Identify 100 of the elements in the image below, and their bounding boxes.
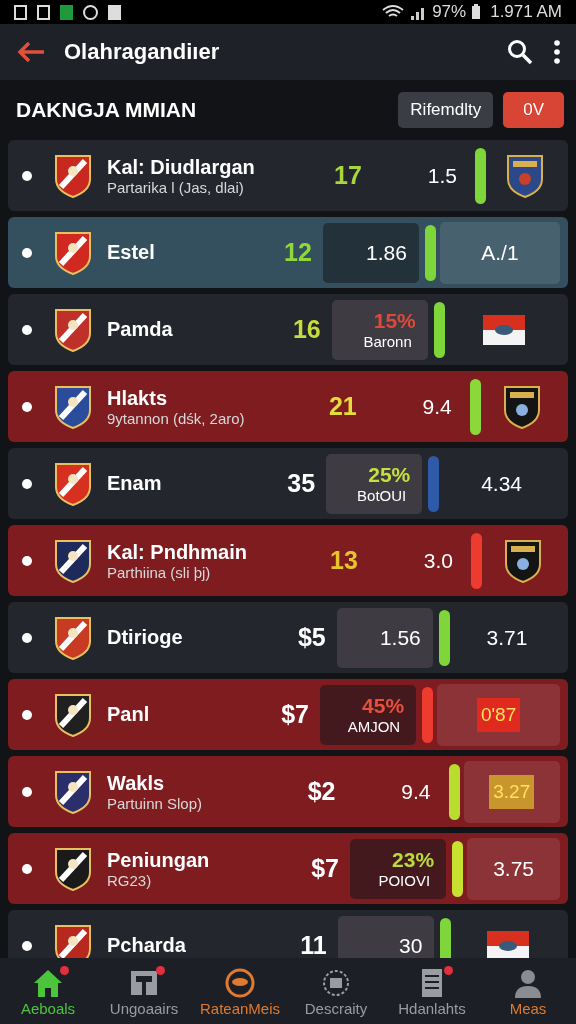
shield-icon: [53, 768, 93, 815]
shield-icon: [53, 691, 93, 738]
team-row[interactable]: Kal: Diudlargan Partarika l (Jas, dlai) 17 1.5: [8, 140, 568, 211]
wifi-icon: [382, 4, 405, 20]
battery-icon: [471, 4, 482, 20]
nav-item[interactable]: Meas: [483, 965, 573, 1017]
bullet-icon: [22, 478, 32, 489]
shield-icon: [53, 537, 93, 584]
score: 35: [286, 469, 317, 498]
team-name: Estel: [107, 241, 156, 264]
notification-icon: [37, 4, 50, 20]
team-detail: 9ytannon (dśk, 2aro): [107, 409, 246, 427]
search-icon[interactable]: [506, 38, 534, 66]
rating-box: 30: [338, 915, 435, 958]
shield-icon: [53, 922, 93, 958]
score: 21: [327, 392, 358, 421]
team-name: Enam: [107, 472, 163, 495]
filter-button[interactable]: Rifemdlty: [398, 92, 494, 128]
bullet-icon: [22, 555, 32, 566]
rating: 3.0: [423, 548, 454, 573]
team-row[interactable]: Wakls Partuinn Slop) $2 9.4 3.27: [8, 756, 568, 827]
team-row[interactable]: Dtiriоge $5 1.56 3.71: [8, 602, 568, 673]
shield-icon: [504, 152, 545, 199]
bullet-icon: [22, 786, 32, 797]
shield-icon: [502, 383, 543, 430]
odds-value: 4.34: [481, 471, 523, 496]
rating-box: 1.56: [336, 607, 433, 668]
nav-item[interactable]: Ungoaairs: [99, 965, 189, 1017]
app-title: Olahragandiıer: [64, 39, 221, 65]
team-detail: Partarika l (Jas, dlai): [107, 178, 245, 196]
percent-label: BotOUI: [357, 487, 408, 504]
team-detail: Partuinn Slop): [107, 794, 204, 812]
nav-item[interactable]: RateanMeis: [195, 965, 285, 1017]
bullet-icon: [22, 324, 32, 335]
team-name: Peniungan: [107, 848, 211, 872]
team-name: Wakls: [107, 771, 166, 795]
score: 12: [283, 238, 313, 267]
score: 13: [329, 546, 359, 575]
bullet-icon: [22, 863, 32, 874]
notification-icon: [60, 4, 73, 20]
team-name: Pcharda: [107, 934, 187, 957]
team-row[interactable]: Enam 35 25% BotOUI 4.34: [8, 448, 568, 519]
percent-value: 23%: [392, 848, 436, 872]
team-row[interactable]: Estel 12 1.86 A./1: [8, 217, 568, 288]
team-name: Hlakts: [107, 386, 169, 410]
team-row[interactable]: Hlakts 9ytannon (dśk, 2aro) 21 9.4: [8, 371, 568, 442]
rating: 9.4: [422, 394, 453, 419]
notification-icon: [14, 4, 27, 20]
percent-value: 15%: [373, 309, 417, 333]
score: $2: [306, 777, 337, 806]
team-row[interactable]: Pamda 16 15% Baronn: [8, 294, 568, 365]
score: $7: [280, 700, 311, 729]
nav-item[interactable]: Aeboals: [3, 965, 93, 1017]
team-detail: Parthiina (sli þj): [107, 563, 212, 581]
score: 17: [333, 161, 363, 190]
shield-icon: [53, 845, 93, 892]
team-row[interactable]: Kal: Pndhmain Parthiina (sli þj) 13 3.0: [8, 525, 568, 596]
bullet-icon: [22, 709, 32, 720]
nav-item[interactable]: Hdanlahts: [387, 965, 477, 1017]
percent-value: 45%: [362, 694, 406, 718]
team-name: Kal: Pndhmain: [107, 540, 248, 564]
shield-icon: [53, 229, 93, 276]
score: 16: [291, 315, 322, 344]
bullet-icon: [22, 940, 32, 951]
percent-value: 25%: [368, 463, 412, 487]
team-name: Pamda: [107, 318, 174, 341]
team-row[interactable]: Peniungan RG23) $7 23% POIOVI 3.75: [8, 833, 568, 904]
percent-label: AMJON: [347, 718, 402, 735]
shield-icon: [53, 152, 93, 199]
battery-percent: 97%: [432, 2, 467, 22]
flag-icon: [486, 930, 529, 958]
filter-button[interactable]: 0V: [503, 92, 564, 128]
percent-label: POIOVI: [378, 872, 432, 889]
nav-item[interactable]: Descraity: [291, 965, 381, 1017]
team-row[interactable]: Pcharda 11 30: [8, 910, 568, 958]
score: $5: [296, 623, 327, 652]
team-name: Dtiriоge: [107, 626, 184, 649]
team-name: Panl: [107, 703, 151, 726]
bullet-icon: [22, 401, 32, 412]
shield-icon: [53, 306, 93, 353]
shield-icon: [53, 383, 93, 430]
flag-icon: [483, 314, 526, 345]
team-row[interactable]: Panl $7 45% AMJON 0'87: [8, 679, 568, 750]
shield-icon: [53, 460, 93, 507]
score: 11: [299, 931, 328, 958]
rating-box: 1.86: [322, 222, 419, 283]
odds-tag: 0'87: [476, 697, 521, 732]
clock: 1.971 AM: [490, 2, 562, 22]
team-name: Kal: Diudlargan: [107, 155, 256, 179]
odds-value: 3.75: [493, 856, 534, 881]
odds-value: A./1: [481, 240, 519, 265]
odds-value: 3.71: [486, 625, 528, 650]
percent-label: Baronn: [363, 333, 413, 350]
notification-icon: [108, 4, 121, 20]
shield-icon: [503, 537, 543, 584]
rating: 1.5: [427, 163, 458, 188]
more-menu-icon[interactable]: [552, 39, 562, 65]
bullet-icon: [22, 632, 32, 643]
bullet-icon: [22, 170, 32, 181]
back-arrow-icon[interactable]: [16, 40, 46, 64]
